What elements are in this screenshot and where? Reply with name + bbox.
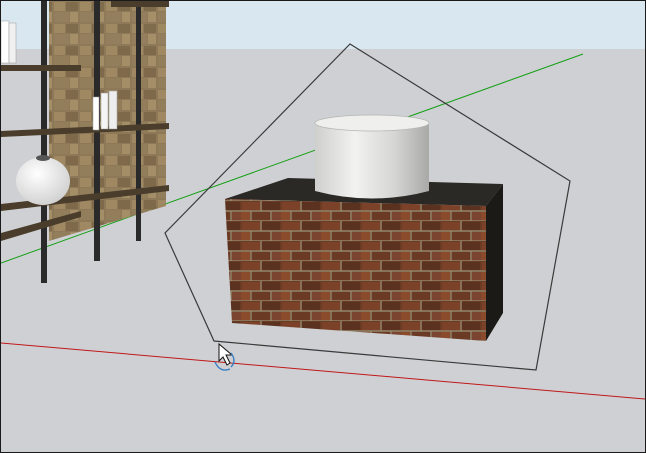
3d-viewport[interactable] — [0, 0, 646, 453]
brick-block[interactable] — [225, 178, 503, 341]
scene-canvas[interactable] — [1, 1, 645, 452]
book — [100, 92, 109, 130]
cylinder[interactable] — [314, 114, 430, 199]
book — [92, 96, 100, 131]
vase — [16, 157, 70, 205]
book — [8, 22, 17, 64]
block-front — [225, 199, 486, 341]
book — [108, 90, 118, 130]
book — [1, 20, 10, 64]
